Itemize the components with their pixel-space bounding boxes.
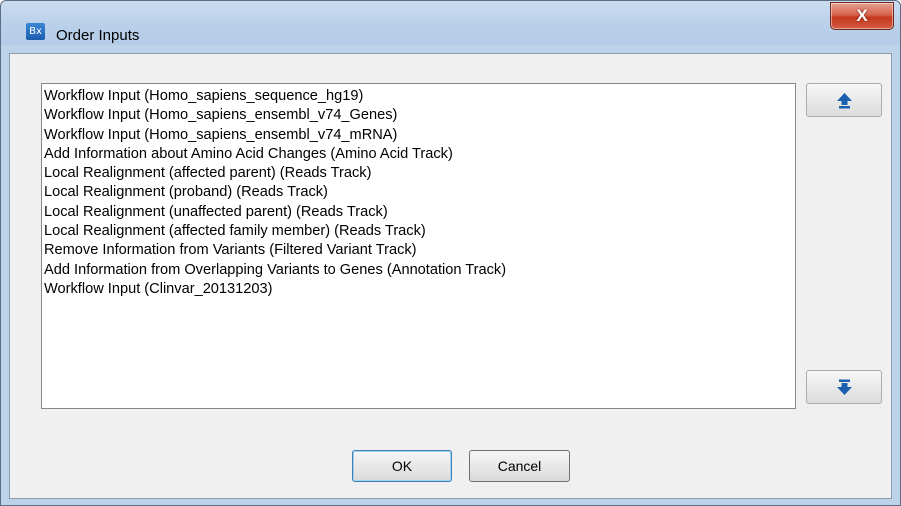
list-item[interactable]: Add Information from Overlapping Variant… xyxy=(44,261,795,280)
list-item[interactable]: Local Realignment (unaffected parent) (R… xyxy=(44,203,795,222)
arrow-down-icon xyxy=(837,379,852,395)
list-item[interactable]: Add Information about Amino Acid Changes… xyxy=(44,145,795,164)
list-item[interactable]: Workflow Input (Homo_sapiens_ensembl_v74… xyxy=(44,126,795,145)
app-logo-icon: Bx xyxy=(26,23,45,40)
list-item[interactable]: Local Realignment (affected parent) (Rea… xyxy=(44,164,795,183)
move-down-button[interactable] xyxy=(806,370,882,404)
inputs-list[interactable]: Workflow Input (Homo_sapiens_sequence_hg… xyxy=(41,83,796,409)
list-item[interactable]: Local Realignment (proband) (Reads Track… xyxy=(44,183,795,202)
list-item[interactable]: Workflow Input (Homo_sapiens_ensembl_v74… xyxy=(44,106,795,125)
list-item[interactable]: Workflow Input (Homo_sapiens_sequence_hg… xyxy=(44,87,795,106)
order-inputs-dialog: Bx Order Inputs X Workflow Input (Homo_s… xyxy=(0,0,901,506)
close-icon: X xyxy=(856,6,868,25)
cancel-button[interactable]: Cancel xyxy=(469,450,570,482)
close-button[interactable]: X xyxy=(830,2,894,30)
ok-button[interactable]: OK xyxy=(352,450,452,482)
title-bar[interactable]: Bx Order Inputs X xyxy=(1,1,900,45)
move-up-button[interactable] xyxy=(806,83,882,117)
arrow-up-icon xyxy=(837,93,852,109)
list-item[interactable]: Local Realignment (affected family membe… xyxy=(44,222,795,241)
dialog-body: Workflow Input (Homo_sapiens_sequence_hg… xyxy=(9,53,892,499)
list-item[interactable]: Remove Information from Variants (Filter… xyxy=(44,241,795,260)
dialog-title: Order Inputs xyxy=(56,27,140,44)
list-item[interactable]: Workflow Input (Clinvar_20131203) xyxy=(44,280,795,299)
